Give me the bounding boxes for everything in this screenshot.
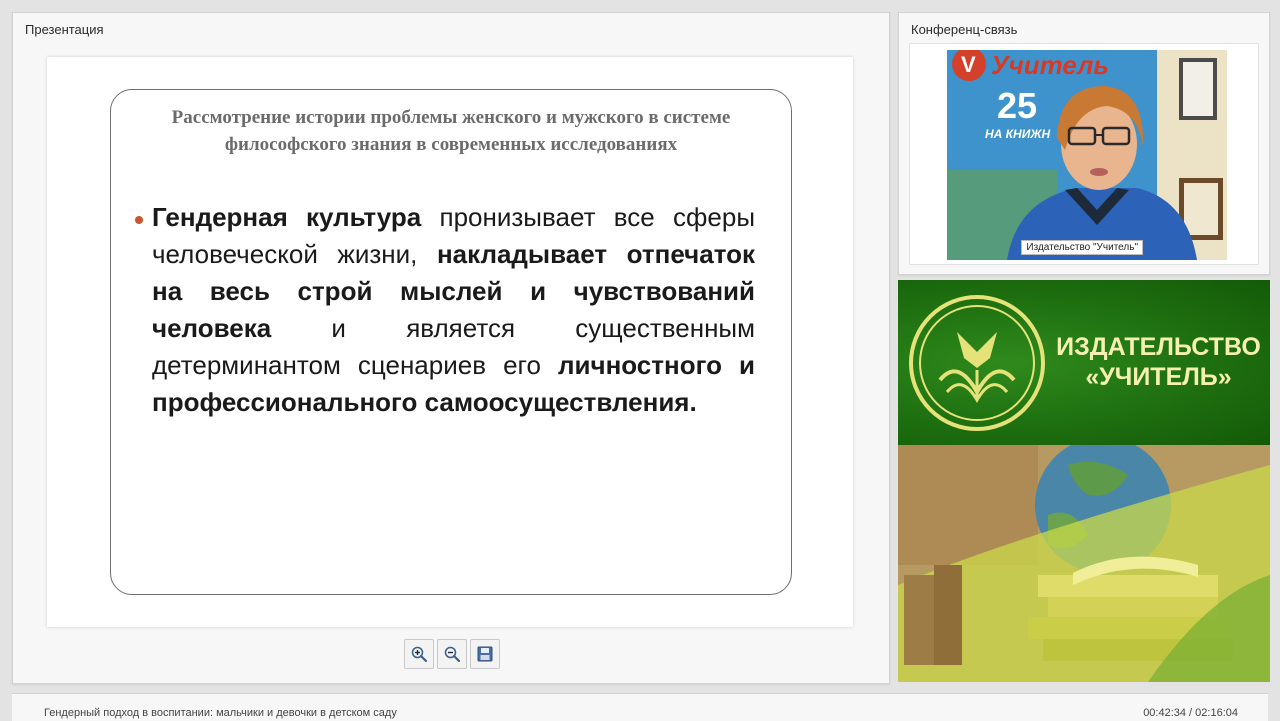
publisher-name: ИЗДАТЕЛЬСТВО «УЧИТЕЛЬ» xyxy=(1056,332,1261,392)
publisher-name-line2: «УЧИТЕЛЬ» xyxy=(1085,363,1232,391)
participant-name-label: Издательство "Учитель" xyxy=(1021,240,1143,255)
svg-text:Учитель: Учитель xyxy=(991,50,1109,80)
slide: Рассмотрение истории проблемы женского и… xyxy=(47,57,853,627)
books-globe-illustration xyxy=(898,445,1270,682)
playback-time: 00:42:34 / 02:16:04 xyxy=(1143,707,1238,719)
conference-panel-title: Конференц-связь xyxy=(911,22,1018,37)
svg-text:НА КНИЖН: НА КНИЖН xyxy=(985,127,1050,141)
footer-bar: Гендерный подход в воспитании: мальчики … xyxy=(12,693,1268,721)
zoom-out-button[interactable] xyxy=(437,639,467,669)
bullet-icon xyxy=(135,216,143,224)
conference-panel: Конференц-связь V Учитель 25 НА КНИЖН Из… xyxy=(898,12,1270,275)
publisher-banner: ИЗДАТЕЛЬСТВО «УЧИТЕЛЬ» xyxy=(898,280,1270,445)
video-scene: V Учитель 25 НА КНИЖН xyxy=(947,50,1227,260)
books-globe-image xyxy=(898,445,1270,682)
publisher-name-line1: ИЗДАТЕЛЬСТВО xyxy=(1056,333,1261,361)
svg-text:V: V xyxy=(961,52,976,77)
video-box: V Учитель 25 НА КНИЖН Издательство "Учит… xyxy=(909,43,1259,265)
slide-body-run: Гендерная культура xyxy=(152,202,422,232)
publisher-logo-icon xyxy=(909,295,1045,431)
zoom-out-icon xyxy=(444,646,461,663)
zoom-in-icon xyxy=(411,646,428,663)
slide-frame: Рассмотрение истории проблемы женского и… xyxy=(110,89,792,595)
svg-text:25: 25 xyxy=(997,85,1037,126)
slide-body: Гендерная культура пронизывает все сферы… xyxy=(152,199,755,421)
presentation-panel: Презентация Рассмотрение истории проблем… xyxy=(12,12,890,684)
save-icon xyxy=(477,646,493,662)
presentation-panel-title: Презентация xyxy=(25,22,104,37)
slide-heading: Рассмотрение истории проблемы женского и… xyxy=(171,107,731,155)
course-title: Гендерный подход в воспитании: мальчики … xyxy=(44,707,397,719)
webcam-video[interactable]: V Учитель 25 НА КНИЖН Издательство "Учит… xyxy=(947,50,1227,260)
zoom-in-button[interactable] xyxy=(404,639,434,669)
save-button[interactable] xyxy=(470,639,500,669)
